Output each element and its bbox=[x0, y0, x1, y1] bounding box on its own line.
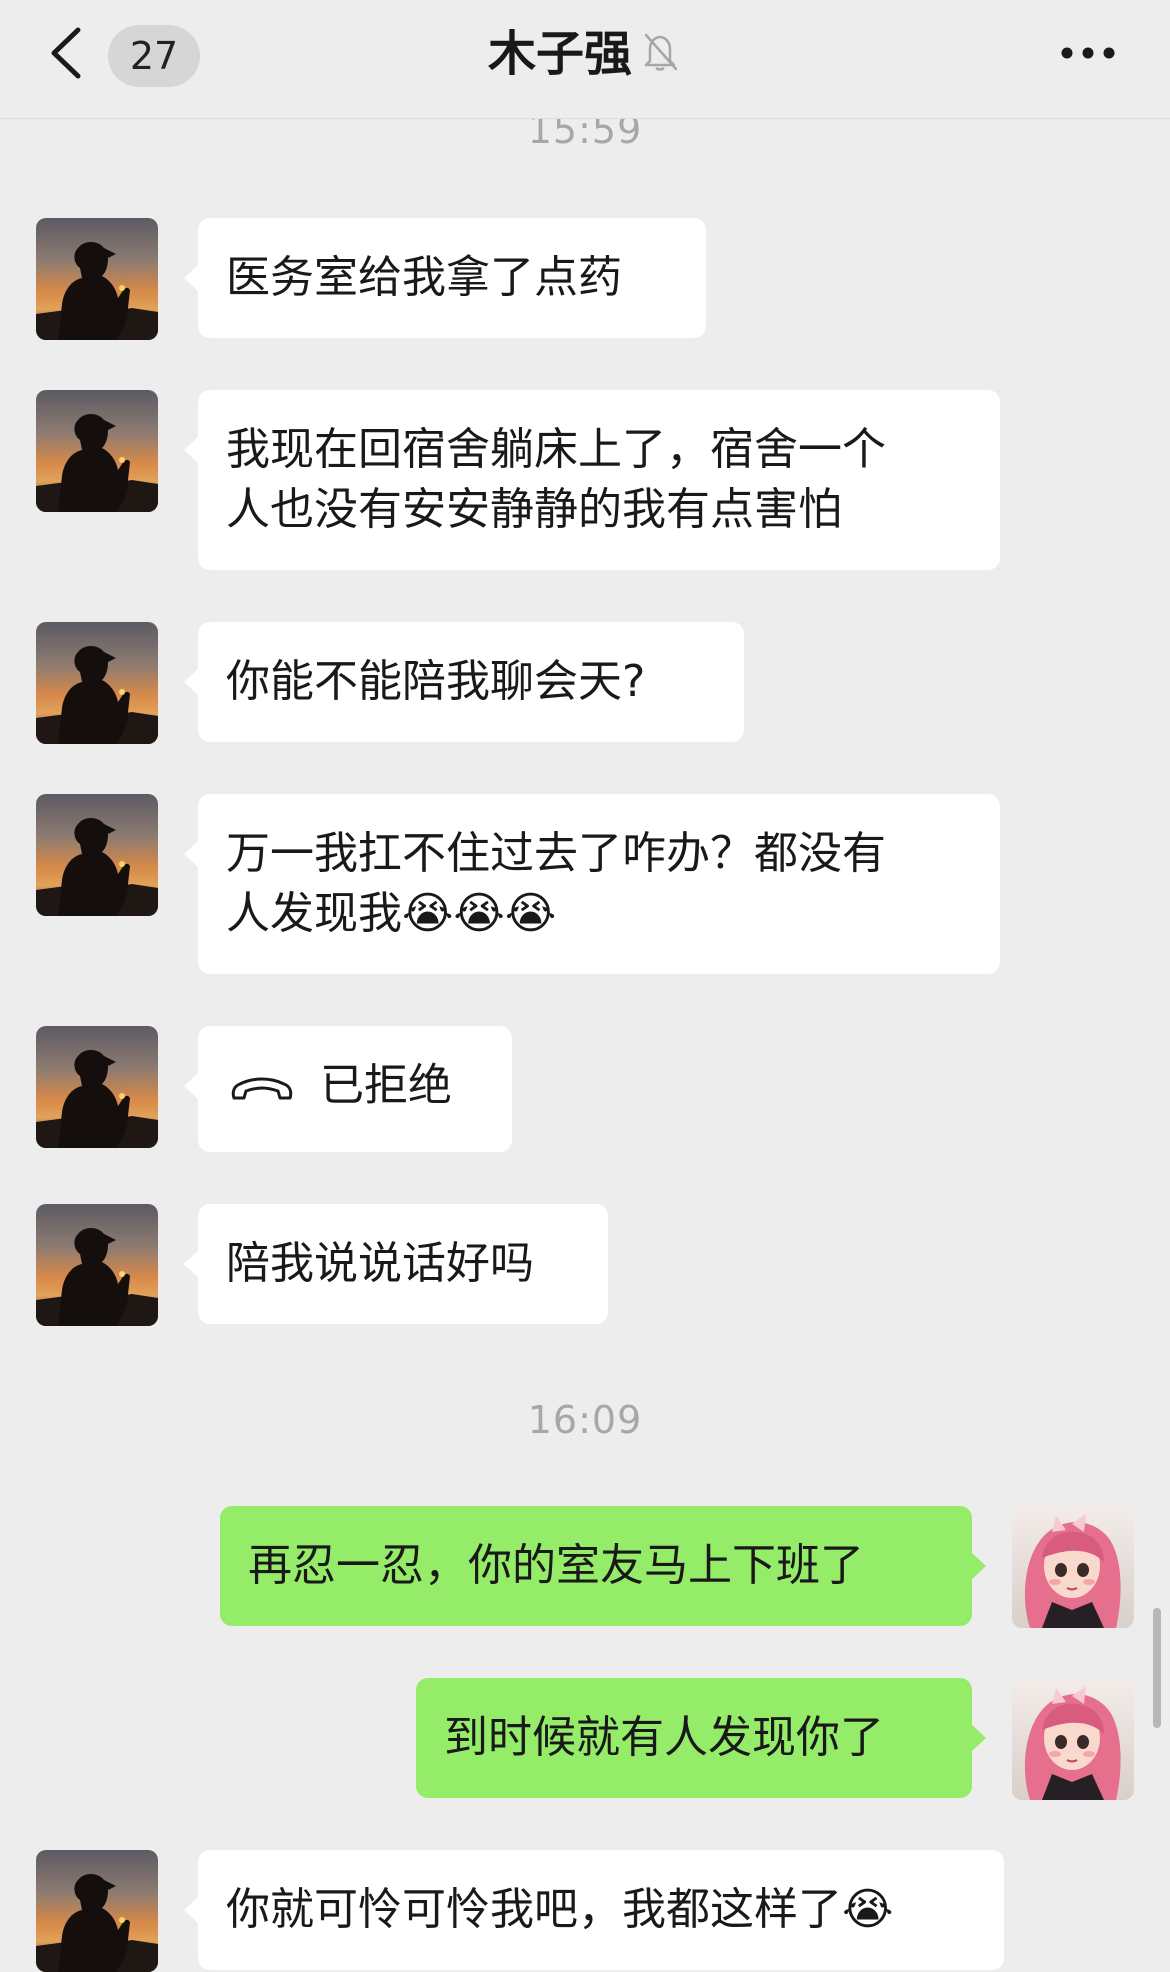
contact-avatar[interactable] bbox=[36, 1026, 158, 1148]
call-status-text: 已拒绝 bbox=[320, 1060, 452, 1111]
message-text-line: 我现在回宿舍躺床上了，宿舍一个 bbox=[226, 424, 886, 475]
message-text-line: 万一我扛不住过去了咋办？都没有 bbox=[226, 828, 886, 879]
message-text-line: 人也没有安安静静的我有点害怕 bbox=[226, 484, 842, 535]
incoming-message-bubble[interactable]: 我现在回宿舍躺床上了，宿舍一个 人也没有安安静静的我有点害怕 bbox=[184, 390, 1000, 570]
call-record-bubble[interactable]: 已拒绝 bbox=[184, 1026, 512, 1152]
message-text: 你能不能陪我聊会天? bbox=[226, 656, 646, 707]
scrollbar[interactable] bbox=[1153, 1608, 1161, 1728]
incoming-message-bubble[interactable]: 陪我说说话好吗 bbox=[184, 1204, 608, 1324]
message-text: 再忍一忍，你的室友马上下班了 bbox=[248, 1540, 864, 1591]
timestamp: 16:09 bbox=[527, 1398, 643, 1442]
message-text: 医务室给我拿了点药 bbox=[226, 252, 622, 303]
contact-avatar[interactable] bbox=[36, 390, 158, 512]
chat-header: 27 木子强 bbox=[0, 0, 1170, 119]
incoming-message-bubble[interactable]: 医务室给我拿了点药 bbox=[184, 218, 706, 338]
incoming-message-bubble[interactable]: 万一我扛不住过去了咋办？都没有 人发现我😭😭😭 bbox=[184, 794, 1000, 974]
outgoing-message-bubble[interactable]: 再忍一忍，你的室友马上下班了 bbox=[220, 1506, 986, 1626]
incoming-message-bubble[interactable]: 你就可怜可怜我吧，我都这样了😭 bbox=[184, 1850, 1004, 1970]
more-options-button[interactable] bbox=[1058, 38, 1118, 68]
contact-avatar[interactable] bbox=[36, 794, 158, 916]
phone-hangup-icon bbox=[226, 1066, 298, 1106]
bell-off-icon bbox=[638, 25, 682, 89]
user-avatar[interactable] bbox=[1012, 1678, 1134, 1800]
outgoing-message-bubble[interactable]: 到时候就有人发现你了 bbox=[416, 1678, 986, 1798]
chat-title[interactable]: 木子强 bbox=[488, 26, 632, 82]
crying-emoji: 😭 bbox=[842, 1884, 894, 1935]
crying-emoji: 😭😭😭 bbox=[402, 888, 557, 939]
contact-avatar[interactable] bbox=[36, 1850, 158, 1972]
incoming-message-bubble[interactable]: 你能不能陪我聊会天? bbox=[184, 622, 744, 742]
contact-avatar[interactable] bbox=[36, 622, 158, 744]
message-text: 你就可怜可怜我吧，我都这样了 bbox=[226, 1884, 842, 1935]
chat-title-area: 木子强 bbox=[0, 22, 1170, 89]
contact-avatar[interactable] bbox=[36, 1204, 158, 1326]
message-text: 到时候就有人发现你了 bbox=[444, 1712, 884, 1763]
user-avatar[interactable] bbox=[1012, 1506, 1134, 1628]
ellipsis-icon bbox=[1061, 47, 1115, 59]
message-text: 陪我说说话好吗 bbox=[226, 1238, 534, 1289]
message-text-line: 人发现我 bbox=[226, 888, 402, 939]
contact-avatar[interactable] bbox=[36, 218, 158, 340]
